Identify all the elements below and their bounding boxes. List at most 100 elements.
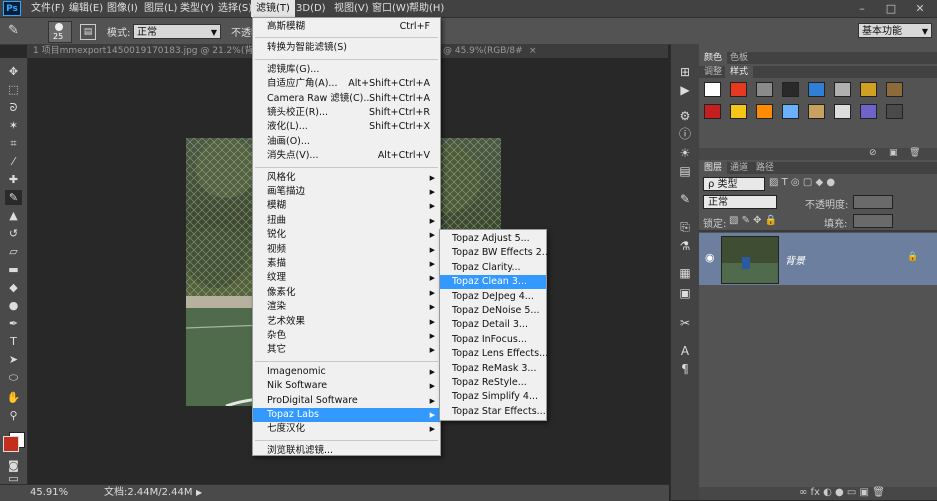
menu-image[interactable]: 图像(I) [102,0,143,17]
style-swatch[interactable] [886,82,903,97]
style-swatch[interactable] [782,82,799,97]
crop-tool-icon[interactable]: ⌗ [5,136,22,151]
topaz-menu-item-topaz-lens-effects[interactable]: Topaz Lens Effects... [440,347,548,361]
mode-select[interactable]: 正常 ▼ [133,24,221,39]
brush-preset-picker[interactable]: 25 [48,21,72,43]
filter-menu-item-nik-software[interactable]: Nik Software ▶ [253,379,440,393]
filter-menu-item-画笔描边[interactable]: 画笔描边 ▶ [253,185,440,199]
type-tool-icon[interactable]: T [5,334,22,349]
path-selection-tool-icon[interactable]: ➤ [5,352,22,367]
screen-mode-icon[interactable]: ▭ [5,473,22,484]
foreground-color-swatch[interactable] [3,436,19,452]
style-swatch[interactable] [808,104,825,119]
filter-menu-item-艺术效果[interactable]: 艺术效果 ▶ [253,315,440,329]
filter-menu-item-camera-raw-滤镜-c[interactable]: Camera Raw 滤镜(C)... Shift+Ctrl+A [253,92,440,106]
filter-menu-item-七度汉化[interactable]: 七度汉化 ▶ [253,422,440,436]
style-swatch[interactable] [730,82,747,97]
menu-help[interactable]: 帮助(H) [404,0,449,17]
delete-style-icon[interactable]: 🗑 [909,148,920,158]
healing-brush-tool-icon[interactable]: ✚ [5,172,22,187]
layer-opacity-input[interactable] [853,195,893,209]
clear-style-icon[interactable]: ⊘ [869,148,877,158]
document-tab-zoom[interactable]: @ 45.9%(RGB/8#) [437,44,533,58]
hand-tool-icon[interactable]: ✋ [5,390,22,405]
tab-paths[interactable]: 路径 [751,162,779,174]
style-swatch[interactable] [834,104,851,119]
filter-menu-item-topaz-labs[interactable]: Topaz Labs ▶ [253,408,440,422]
filter-menu-item-滤镜库-g[interactable]: 滤镜库(G)... [253,63,440,77]
quick-mask-icon[interactable]: ◙ [5,458,22,473]
topaz-menu-item-topaz-star-effects[interactable]: Topaz Star Effects... [440,405,546,419]
style-swatch[interactable] [834,82,851,97]
filter-menu-item-纹理[interactable]: 纹理 ▶ [253,271,440,285]
topaz-menu-item-topaz-infocus[interactable]: Topaz InFocus... [440,333,546,347]
layer-filter-kind-select[interactable]: ρ 类型 [703,177,765,191]
style-swatch[interactable] [704,104,721,119]
style-swatch[interactable] [756,104,773,119]
dodge-tool-icon[interactable]: ● [5,298,22,313]
blur-tool-icon[interactable]: ◆ [5,280,22,295]
tab-channels[interactable]: 通道 [725,162,753,174]
info-panel-icon[interactable]: ⓘ [677,127,693,141]
filter-menu-item-视频[interactable]: 视频 ▶ [253,243,440,257]
topaz-menu-item-topaz-clean-3[interactable]: Topaz Clean 3... [440,275,546,290]
zoom-tool-icon[interactable]: ⚲ [5,408,22,423]
maximize-button[interactable]: □ [877,0,905,17]
tool-presets-panel-icon[interactable]: ⚗ [677,239,693,253]
new-style-icon[interactable]: ▣ [889,148,898,158]
paragraph-panel-icon[interactable]: ¶ [677,362,693,376]
clone-stamp-tool-icon[interactable]: ▲ [5,208,22,223]
tab-color[interactable]: 颜色 [699,52,728,64]
topaz-menu-item-topaz-denoise-5[interactable]: Topaz DeNoise 5... [440,304,546,318]
topaz-menu-item-topaz-remask-3[interactable]: Topaz ReMask 3... [440,362,546,376]
layer-filter-icons[interactable]: ▨ T ◎ ▢ ◆ ● [769,177,835,188]
eyedropper-tool-icon[interactable]: ⁄ [5,154,22,169]
brush-tool-icon[interactable]: ✎ [8,23,30,39]
filter-menu-item-像素化[interactable]: 像素化 ▶ [253,286,440,300]
tab-styles[interactable]: 样式 [725,66,754,78]
filter-menu-item-自适应广角-a[interactable]: 自适应广角(A)... Alt+Shift+Ctrl+A [253,77,440,91]
menu-3d[interactable]: 3D(D) [291,0,331,17]
properties-panel-icon[interactable]: ⚙ [677,109,693,123]
style-swatch[interactable] [704,82,721,97]
filter-menu-item-锐化[interactable]: 锐化 ▶ [253,228,440,242]
filter-menu-item-扭曲[interactable]: 扭曲 ▶ [253,214,440,228]
tab-layers[interactable]: 图层 [699,162,728,174]
actions-panel-icon[interactable]: ▶ [677,83,693,97]
style-swatch[interactable] [808,82,825,97]
layer-comps-panel-icon[interactable]: ▦ [677,266,693,280]
status-menu-arrow-icon[interactable]: ▶ [196,485,202,501]
workspace-select[interactable]: 基本功能 ▼ [858,23,932,38]
notes-panel-icon[interactable]: ▣ [677,286,693,300]
filter-menu-item-模糊[interactable]: 模糊 ▶ [253,199,440,213]
style-swatch[interactable] [756,82,773,97]
visibility-eye-icon[interactable]: ◉ [705,251,715,264]
topaz-menu-item-topaz-bw-effects-2[interactable]: Topaz BW Effects 2... [440,246,551,260]
filter-menu-item-素描[interactable]: 素描 ▶ [253,257,440,271]
lasso-tool-icon[interactable]: ᘐ [5,100,22,115]
shape-tool-icon[interactable]: ⬭ [5,370,22,385]
filter-menu-item-杂色[interactable]: 杂色 ▶ [253,329,440,343]
history-panel-icon[interactable]: ⊞ [677,65,693,79]
filter-menu-item-渲染[interactable]: 渲染 ▶ [253,300,440,314]
magic-wand-tool-icon[interactable]: ✶ [5,118,22,133]
blend-mode-select[interactable]: 正常 [703,195,777,209]
style-swatch[interactable] [860,82,877,97]
style-swatch[interactable] [886,104,903,119]
paths-panel-icon[interactable]: ✂ [677,316,693,330]
tab-swatches[interactable]: 色板 [725,52,753,64]
filter-menu-item-镜头校正-r[interactable]: 镜头校正(R)... Shift+Ctrl+R [253,106,440,120]
topaz-menu-item-topaz-restyle[interactable]: Topaz ReStyle... [440,376,546,390]
filter-menu-item-消失点-v[interactable]: 消失点(V)... Alt+Ctrl+V [253,149,440,163]
eraser-tool-icon[interactable]: ▱ [5,244,22,259]
history-brush-tool-icon[interactable]: ↺ [5,226,22,241]
filter-menu-item-高斯模糊[interactable]: 高斯模糊 Ctrl+F [253,20,440,34]
close-button[interactable]: ✕ [906,0,934,17]
filter-menu-item-液化-l[interactable]: 液化(L)... Shift+Ctrl+X [253,120,440,134]
filter-menu-item-风格化[interactable]: 风格化 ▶ [253,171,440,185]
minimize-button[interactable]: – [848,0,876,17]
brush-presets-panel-icon[interactable]: ✎ [677,192,693,206]
topaz-menu-item-topaz-dejpeg-4[interactable]: Topaz DeJpeg 4... [440,290,546,304]
pen-tool-icon[interactable]: ✒ [5,316,22,331]
brush-tool-icon[interactable]: ✎ [5,190,22,205]
